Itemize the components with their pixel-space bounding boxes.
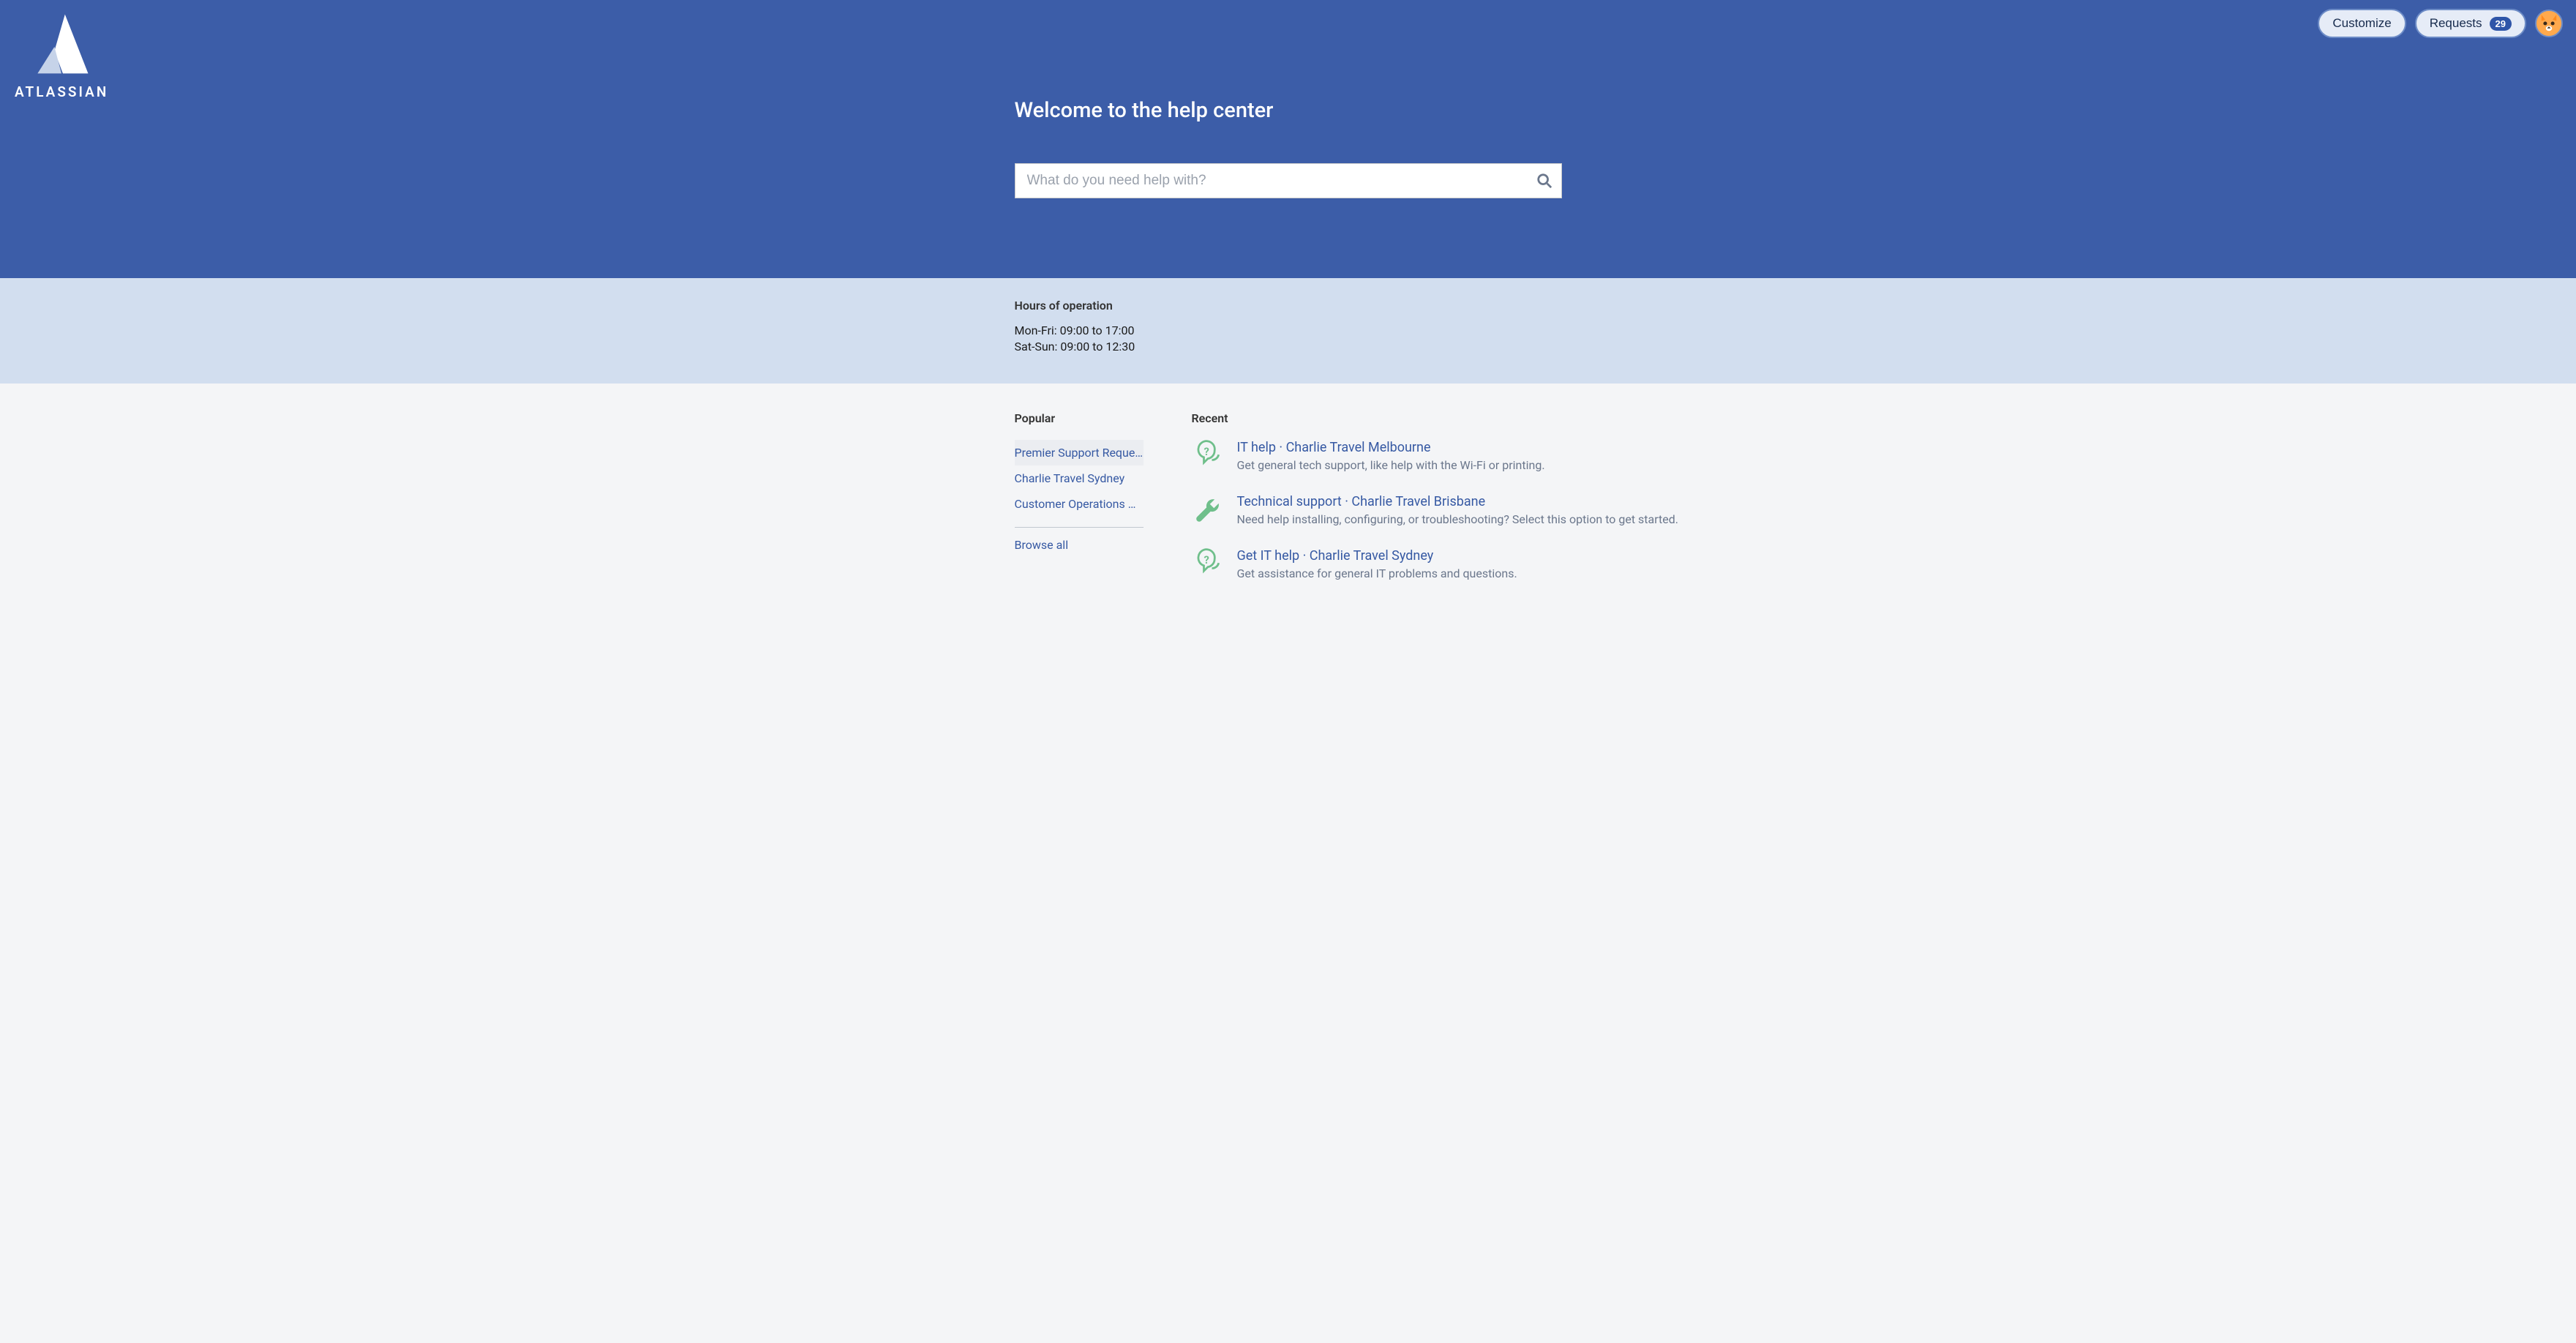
popular-item-label: Charlie Travel Sydney: [1015, 471, 1144, 485]
svg-text:?: ?: [1203, 445, 1209, 458]
popular-heading: Popular: [1015, 411, 1144, 425]
header-actions: Customize Requests 29: [0, 0, 2576, 47]
browse-all-link[interactable]: Browse all: [1015, 538, 1144, 552]
customize-label: Customize: [2332, 16, 2391, 31]
brand-logo: ATLASSIAN: [15, 9, 108, 100]
search-input[interactable]: [1015, 165, 1528, 196]
requests-label: Requests: [2430, 16, 2482, 31]
chat-question-icon: ?: [1192, 440, 1224, 472]
requests-count-badge: 29: [2490, 17, 2512, 31]
popular-item[interactable]: Premier Support Request: [1015, 440, 1144, 465]
hours-lines: Mon-Fri: 09:00 to 17:00 Sat-Sun: 09:00 t…: [1015, 323, 1562, 354]
popular-item[interactable]: Customer Operations Center: [1015, 491, 1144, 517]
avatar[interactable]: [2535, 10, 2563, 37]
recent-item-description: Need help installing, configuring, or tr…: [1237, 512, 1679, 526]
page-title: Welcome to the help center: [1015, 98, 1562, 123]
search-button[interactable]: [1528, 173, 1561, 189]
atlassian-logo-icon: [26, 9, 97, 79]
recent-item-description: Get assistance for general IT problems a…: [1237, 566, 1517, 580]
dot-separator: ·: [1279, 440, 1285, 455]
chat-question-icon: ?: [1192, 548, 1224, 580]
requests-button[interactable]: Requests 29: [2415, 9, 2526, 38]
recent-item-description: Get general tech support, like help with…: [1237, 458, 1545, 472]
wrench-icon: [1192, 494, 1224, 526]
recent-item-label: IT help: [1237, 440, 1276, 455]
recent-item-text: IT help · Charlie Travel Melbourne Get g…: [1237, 440, 1545, 472]
dot-separator: ·: [1303, 548, 1310, 564]
hours-line-1: Mon-Fri: 09:00 to 17:00: [1015, 323, 1562, 339]
search-box: [1015, 163, 1562, 198]
avatar-icon: [2536, 11, 2561, 36]
customize-button[interactable]: Customize: [2318, 9, 2406, 38]
hours-line-2: Sat-Sun: 09:00 to 12:30: [1015, 339, 1562, 355]
recent-item[interactable]: Technical support · Charlie Travel Brisb…: [1192, 494, 1679, 526]
search-icon: [1536, 173, 1552, 189]
brand-name: ATLASSIAN: [15, 83, 108, 100]
recent-item-project: Charlie Travel Melbourne: [1286, 440, 1431, 455]
svg-text:?: ?: [1203, 553, 1209, 566]
recent-item[interactable]: ? Get IT help · Charlie Travel Sydney Ge…: [1192, 548, 1679, 580]
hours-band: Hours of operation Mon-Fri: 09:00 to 17:…: [0, 278, 2576, 384]
recent-item[interactable]: ? IT help · Charlie Travel Melbourne Get…: [1192, 440, 1679, 472]
recent-item-label: Technical support: [1237, 494, 1342, 509]
recent-item-text: Technical support · Charlie Travel Brisb…: [1237, 494, 1679, 526]
recent-item-label: Get IT help: [1237, 548, 1300, 564]
recent-list: ? IT help · Charlie Travel Melbourne Get…: [1192, 440, 1679, 580]
recent-item-text: Get IT help · Charlie Travel Sydney Get …: [1237, 548, 1517, 580]
content-columns: Popular Premier Support Request Charlie …: [1015, 384, 1562, 639]
popular-item[interactable]: Charlie Travel Sydney: [1015, 465, 1144, 491]
popular-item-label: Customer Operations Center: [1015, 497, 1144, 511]
divider: [1015, 527, 1144, 528]
recent-item-title: Get IT help · Charlie Travel Sydney: [1237, 548, 1517, 564]
recent-heading: Recent: [1192, 411, 1679, 425]
recent-item-title: Technical support · Charlie Travel Brisb…: [1237, 494, 1679, 509]
recent-column: Recent ? IT help · Charlie Travel Melbou…: [1192, 411, 1679, 602]
recent-item-project: Charlie Travel Brisbane: [1351, 494, 1485, 509]
popular-column: Popular Premier Support Request Charlie …: [1015, 411, 1144, 602]
hours-heading: Hours of operation: [1015, 299, 1562, 313]
hero-content: Welcome to the help center: [1015, 47, 1562, 198]
dot-separator: ·: [1345, 494, 1351, 509]
recent-item-title: IT help · Charlie Travel Melbourne: [1237, 440, 1545, 455]
popular-item-label: Premier Support Request: [1015, 446, 1144, 460]
recent-item-project: Charlie Travel Sydney: [1310, 548, 1434, 564]
popular-list: Premier Support Request Charlie Travel S…: [1015, 440, 1144, 517]
hero-banner: ATLASSIAN Customize Requests 29 Welcome …: [0, 0, 2576, 278]
